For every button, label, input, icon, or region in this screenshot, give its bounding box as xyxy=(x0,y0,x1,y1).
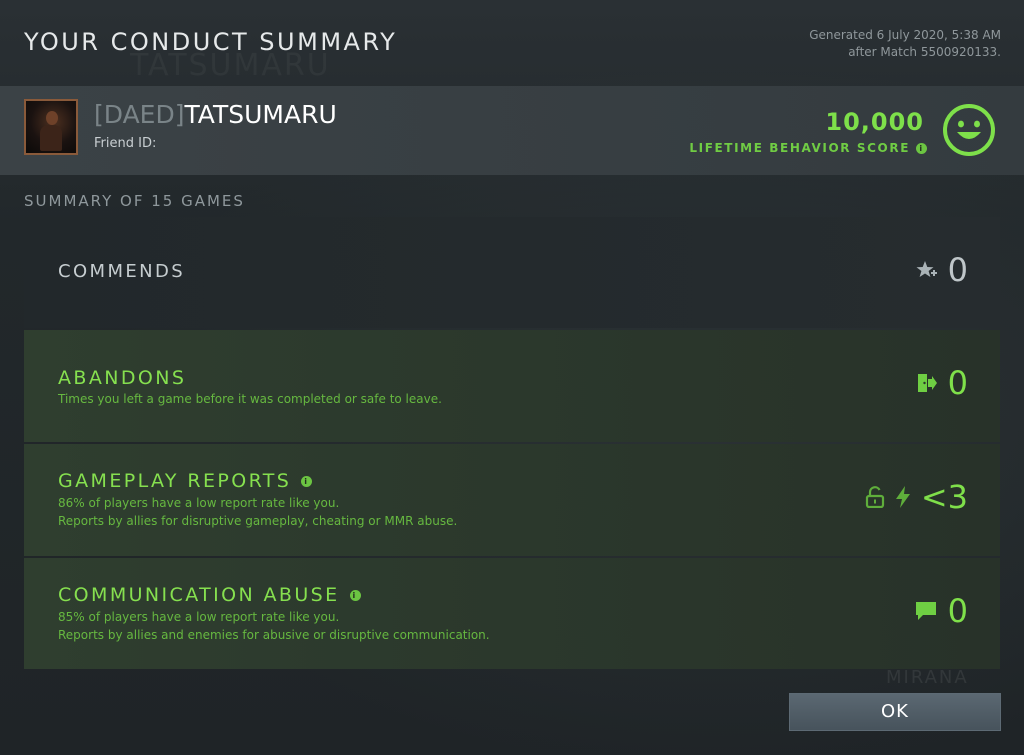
gameplay-reports-panel: GAMEPLAY REPORTS i 86% of players have a… xyxy=(24,444,1000,556)
behavior-score-value: 10,000 xyxy=(825,108,924,136)
background-watermark: MIRANA xyxy=(886,667,969,688)
player-persona-name: TATSUMARU xyxy=(184,100,337,129)
communication-abuse-title: COMMUNICATION ABUSE i xyxy=(58,584,361,606)
smiley-face-icon xyxy=(943,104,995,156)
abandons-panel: ABANDONS Times you left a game before it… xyxy=(24,330,1000,442)
abandons-title: ABANDONS xyxy=(58,367,187,389)
behavior-score-label: LIFETIME BEHAVIOR SCORE i xyxy=(689,141,927,155)
chat-bubble-icon xyxy=(915,602,936,620)
gameplay-reports-detail: Reports by allies for disruptive gamepla… xyxy=(58,514,458,528)
friend-id-label: Friend ID: xyxy=(94,136,157,151)
commends-title: COMMENDS xyxy=(58,261,186,282)
info-icon[interactable]: i xyxy=(916,142,927,154)
abandons-value: 0 xyxy=(947,364,968,402)
abandons-description: Times you left a game before it was comp… xyxy=(58,392,442,406)
unlock-icon xyxy=(865,486,884,508)
commends-value-group: 0 xyxy=(916,251,968,289)
exit-door-icon xyxy=(917,374,937,392)
player-info-band: [DAED]TATSUMARU Friend ID: 10,000 LIFETI… xyxy=(0,86,1024,175)
player-name: [DAED]TATSUMARU xyxy=(94,100,337,129)
abandons-value-group: 0 xyxy=(916,364,968,402)
summary-games-label: SUMMARY OF 15 GAMES xyxy=(24,192,245,210)
communication-abuse-panel: COMMUNICATION ABUSE i 85% of players hav… xyxy=(24,558,1000,669)
star-plus-icon xyxy=(916,261,937,277)
conduct-summary-dialog: TATSUMARU MIRANA YOUR CONDUCT SUMMARY Ge… xyxy=(0,0,1024,755)
generated-info: Generated 6 July 2020, 5:38 AM after Mat… xyxy=(701,27,1001,61)
gameplay-reports-value-group: <3 xyxy=(865,478,968,516)
commends-value: 0 xyxy=(947,251,968,289)
commends-panel: COMMENDS 0 xyxy=(24,217,1000,328)
info-icon[interactable]: i xyxy=(301,475,313,487)
generated-match: after Match 5500920133. xyxy=(848,45,1001,59)
lightning-icon xyxy=(895,486,910,508)
behavior-score-label-text: LIFETIME BEHAVIOR SCORE xyxy=(689,141,910,155)
communication-abuse-value-group: 0 xyxy=(914,592,968,630)
communication-abuse-description: 85% of players have a low report rate li… xyxy=(58,608,490,644)
gameplay-reports-value: <3 xyxy=(920,478,968,516)
communication-abuse-rate: 85% of players have a low report rate li… xyxy=(58,610,340,624)
page-title: YOUR CONDUCT SUMMARY xyxy=(24,28,398,56)
generated-date: Generated 6 July 2020, 5:38 AM xyxy=(809,28,1001,42)
ok-button[interactable]: OK xyxy=(789,693,1001,731)
info-icon[interactable]: i xyxy=(349,589,361,601)
communication-abuse-detail: Reports by allies and enemies for abusiv… xyxy=(58,628,490,642)
gameplay-reports-title: GAMEPLAY REPORTS i xyxy=(58,470,313,492)
hero-portrait-icon xyxy=(24,99,78,155)
guild-tag: [DAED] xyxy=(94,100,185,129)
gameplay-reports-description: 86% of players have a low report rate li… xyxy=(58,494,457,530)
gameplay-reports-rate: 86% of players have a low report rate li… xyxy=(58,496,340,510)
communication-abuse-value: 0 xyxy=(947,592,968,630)
